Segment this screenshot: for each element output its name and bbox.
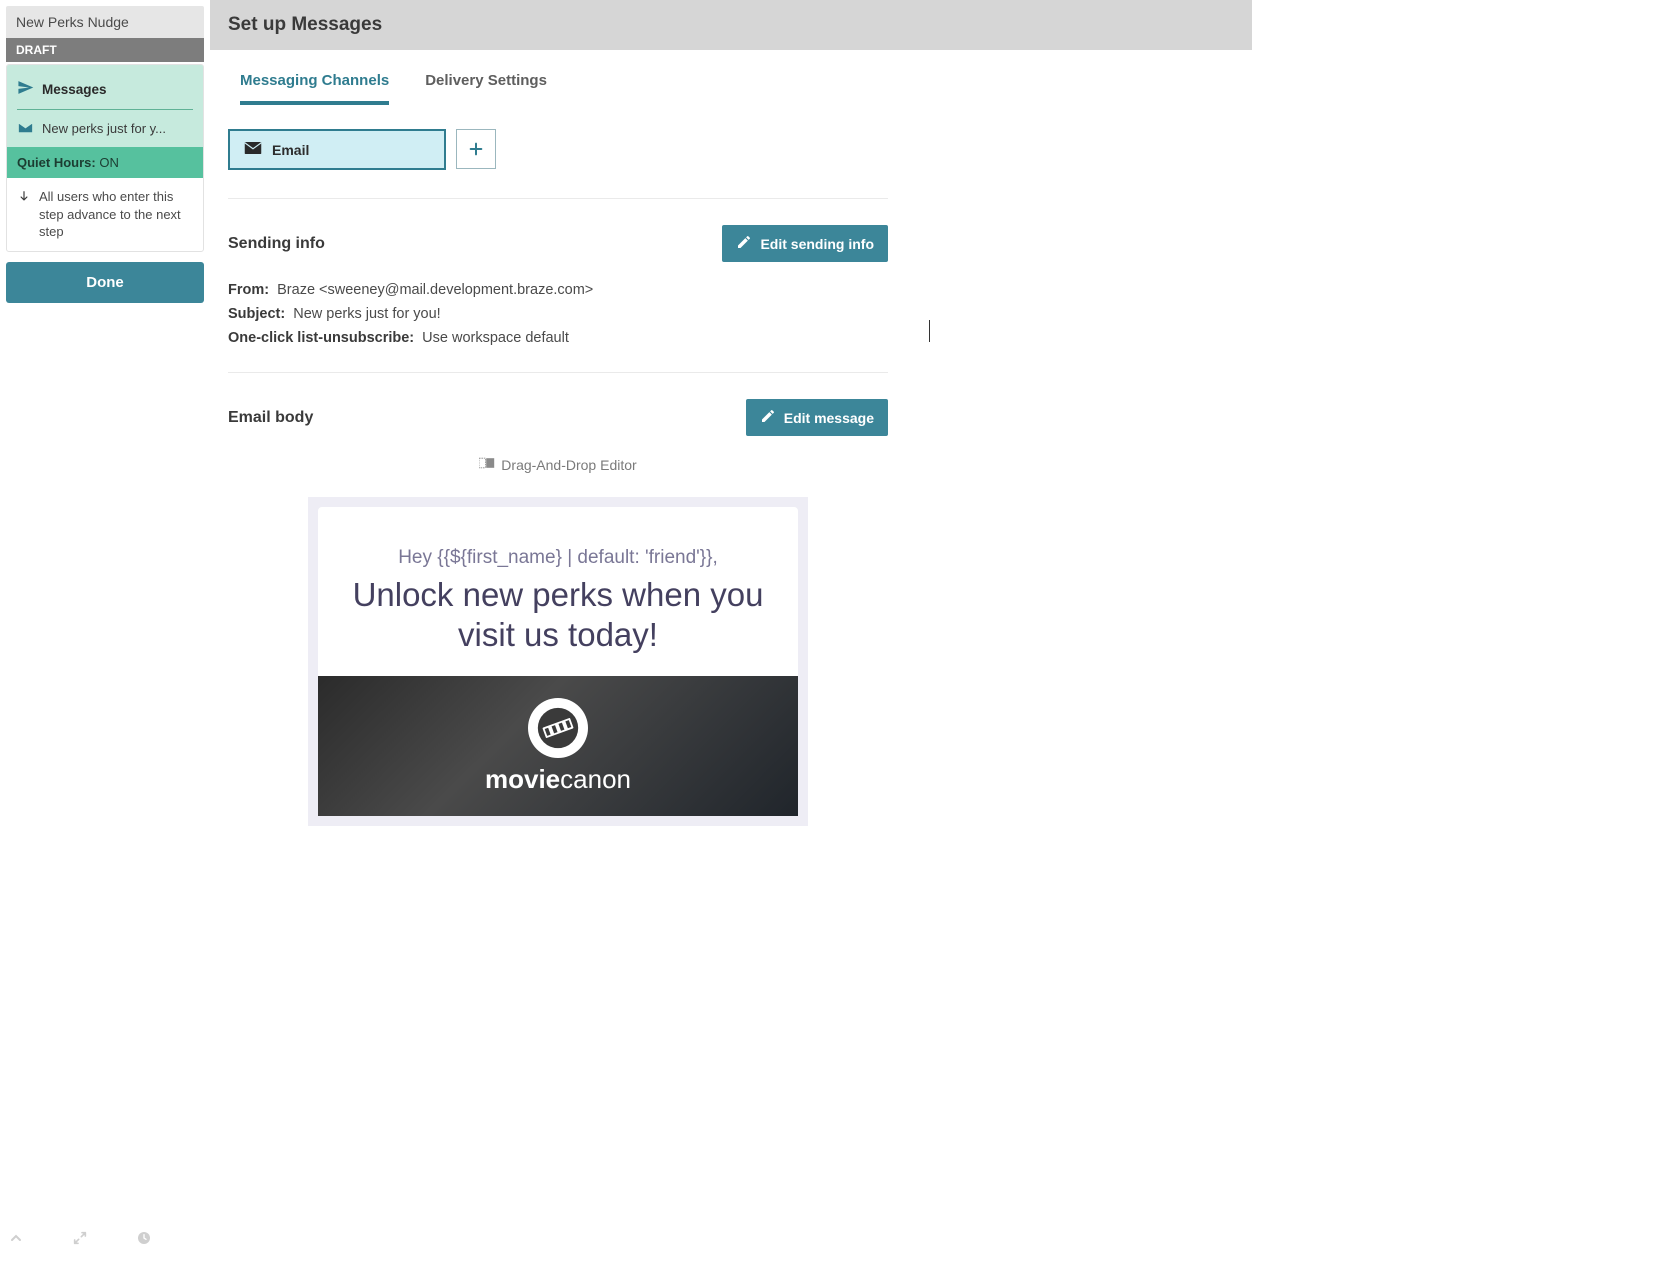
brand-label: moviecanon bbox=[485, 764, 631, 795]
edit-sending-info-label: Edit sending info bbox=[760, 236, 874, 252]
preview-headline: Unlock new perks when you visit us today… bbox=[348, 575, 768, 654]
main-panel: Set up Messages Messaging Channels Deliv… bbox=[210, 0, 1252, 946]
step-card[interactable]: Messages New perks just for y... Quiet H… bbox=[6, 64, 204, 252]
from-value: Braze <sweeney@mail.development.braze.co… bbox=[277, 282, 593, 298]
unsubscribe-field: One-click list-unsubscribe: Use workspac… bbox=[228, 330, 888, 346]
sidebar-item-message-preview[interactable]: New perks just for y... bbox=[17, 116, 193, 147]
clock-icon[interactable] bbox=[136, 1230, 152, 1249]
done-button[interactable]: Done bbox=[6, 262, 204, 303]
email-body-section: Email body Edit message Drag-And-Drop Ed… bbox=[228, 399, 888, 826]
edit-sending-info-button[interactable]: Edit sending info bbox=[722, 225, 888, 262]
tab-delivery-settings[interactable]: Delivery Settings bbox=[425, 72, 547, 105]
advance-rule: All users who enter this step advance to… bbox=[7, 178, 203, 251]
tab-messaging-channels[interactable]: Messaging Channels bbox=[240, 72, 389, 105]
campaign-title: New Perks Nudge bbox=[6, 6, 204, 38]
from-field: From: Braze <sweeney@mail.development.br… bbox=[228, 282, 888, 298]
sidebar-item-label: Messages bbox=[42, 82, 107, 97]
status-badge: DRAFT bbox=[6, 38, 204, 62]
sidebar: New Perks Nudge DRAFT Messages New perks… bbox=[0, 0, 210, 946]
edit-icon bbox=[736, 234, 752, 253]
arrow-down-icon bbox=[17, 190, 31, 241]
channel-row: Email bbox=[228, 129, 888, 199]
email-preview[interactable]: Hey {{${first_name} | default: 'friend'}… bbox=[308, 497, 808, 826]
drag-editor-icon bbox=[479, 456, 495, 473]
plus-icon bbox=[468, 141, 484, 157]
envelope-icon bbox=[244, 141, 262, 158]
sidebar-item-messages[interactable]: Messages bbox=[17, 75, 193, 110]
tabs: Messaging Channels Delivery Settings bbox=[228, 50, 1234, 105]
quiet-hours-bar[interactable]: Quiet Hours: ON bbox=[7, 147, 203, 178]
subject-value: New perks just for you! bbox=[293, 306, 440, 322]
unsubscribe-label: One-click list-unsubscribe: bbox=[228, 330, 414, 346]
film-reel-icon bbox=[528, 698, 588, 758]
editor-type-label: Drag-And-Drop Editor bbox=[228, 456, 888, 473]
quiet-hours-value: ON bbox=[99, 155, 119, 170]
email-body-title: Email body bbox=[228, 409, 313, 427]
edit-message-label: Edit message bbox=[784, 410, 874, 426]
channel-chip-label: Email bbox=[272, 142, 309, 158]
sending-info-section: Sending info Edit sending info From: Bra… bbox=[228, 225, 888, 373]
brand-part-2: canon bbox=[560, 764, 631, 794]
chevron-up-icon[interactable] bbox=[8, 1230, 24, 1249]
editor-type-value: Drag-And-Drop Editor bbox=[501, 457, 636, 473]
sidebar-item-label: New perks just for y... bbox=[42, 121, 166, 136]
text-cursor bbox=[929, 320, 930, 342]
subject-field: Subject: New perks just for you! bbox=[228, 306, 888, 322]
quiet-hours-label: Quiet Hours: bbox=[17, 155, 96, 170]
envelope-icon bbox=[17, 120, 34, 137]
sending-info-title: Sending info bbox=[228, 235, 325, 253]
brand-part-1: movie bbox=[485, 764, 560, 794]
preview-hero: moviecanon bbox=[318, 676, 798, 816]
from-label: From: bbox=[228, 282, 269, 298]
channel-chip-email[interactable]: Email bbox=[228, 129, 446, 170]
subject-label: Subject: bbox=[228, 306, 285, 322]
bottom-toolbelt bbox=[0, 1217, 152, 1261]
expand-icon[interactable] bbox=[72, 1230, 88, 1249]
unsubscribe-value: Use workspace default bbox=[422, 330, 569, 346]
edit-message-button[interactable]: Edit message bbox=[746, 399, 888, 436]
paper-plane-icon bbox=[17, 79, 34, 99]
add-channel-button[interactable] bbox=[456, 129, 496, 169]
preview-greeting: Hey {{${first_name} | default: 'friend'}… bbox=[348, 547, 768, 569]
page-title: Set up Messages bbox=[210, 0, 1252, 50]
edit-icon bbox=[760, 408, 776, 427]
advance-text: All users who enter this step advance to… bbox=[39, 188, 193, 241]
